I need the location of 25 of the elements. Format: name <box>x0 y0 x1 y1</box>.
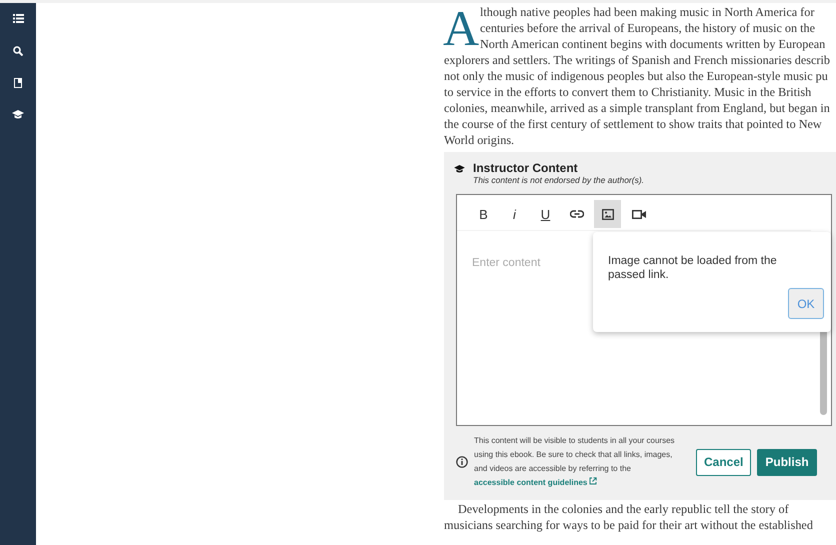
drop-cap-letter: A <box>443 4 480 50</box>
info-icon <box>456 456 468 468</box>
alert-message: Image cannot be loaded from the passed link. <box>608 254 778 282</box>
publish-button[interactable]: Publish <box>757 448 817 476</box>
panel-title: Instructor Content <box>473 161 579 175</box>
video-camera-icon <box>632 210 646 218</box>
paragraph-text: lthough native peoples had been making music in North America for centuries before the arrival of Europeans, the history of music on the North American continent begins with documents written by European <box>480 4 826 52</box>
panel-subtitle: This content is not endorsed by the author(s). <box>473 175 644 186</box>
search-icon[interactable] <box>12 44 24 57</box>
paragraph-text: explorers and settlers. The writings of Spanish and French missionaries describ not only the music of indigenous peoples but also the European-style music pu to service in the efforts to convert them to Christianity. Music in the British colonies, meanwhile, arrived as a simple transplant from England, but began in the course of the first century of settlement to show traits that pointed to New World origins. <box>444 52 831 148</box>
link-icon <box>570 210 584 218</box>
graduation-cap-icon[interactable] <box>12 108 24 121</box>
notice-text: This content will be visible to students in all your courses using this ebook. Be sure to check that all links, images, and videos are accessible by referring to the accessible content guidelines <box>474 434 686 490</box>
image-button[interactable] <box>594 200 621 228</box>
paragraph-text: Developments in the colonies and the early republic tell the story of musicians searching for ways to be paid for their art without the established <box>444 501 814 533</box>
guidelines-link[interactable]: accessible content guidelines <box>474 478 588 487</box>
underline-button[interactable]: U <box>532 200 559 228</box>
book-icon[interactable] <box>12 76 24 89</box>
graduation-cap-icon <box>454 165 465 173</box>
bold-button[interactable]: B <box>470 200 497 228</box>
image-icon <box>602 208 614 220</box>
cancel-button[interactable]: Cancel <box>696 448 752 476</box>
italic-button[interactable]: i <box>501 200 528 228</box>
list-icon[interactable] <box>12 12 24 25</box>
ok-button[interactable]: OK <box>788 288 824 319</box>
